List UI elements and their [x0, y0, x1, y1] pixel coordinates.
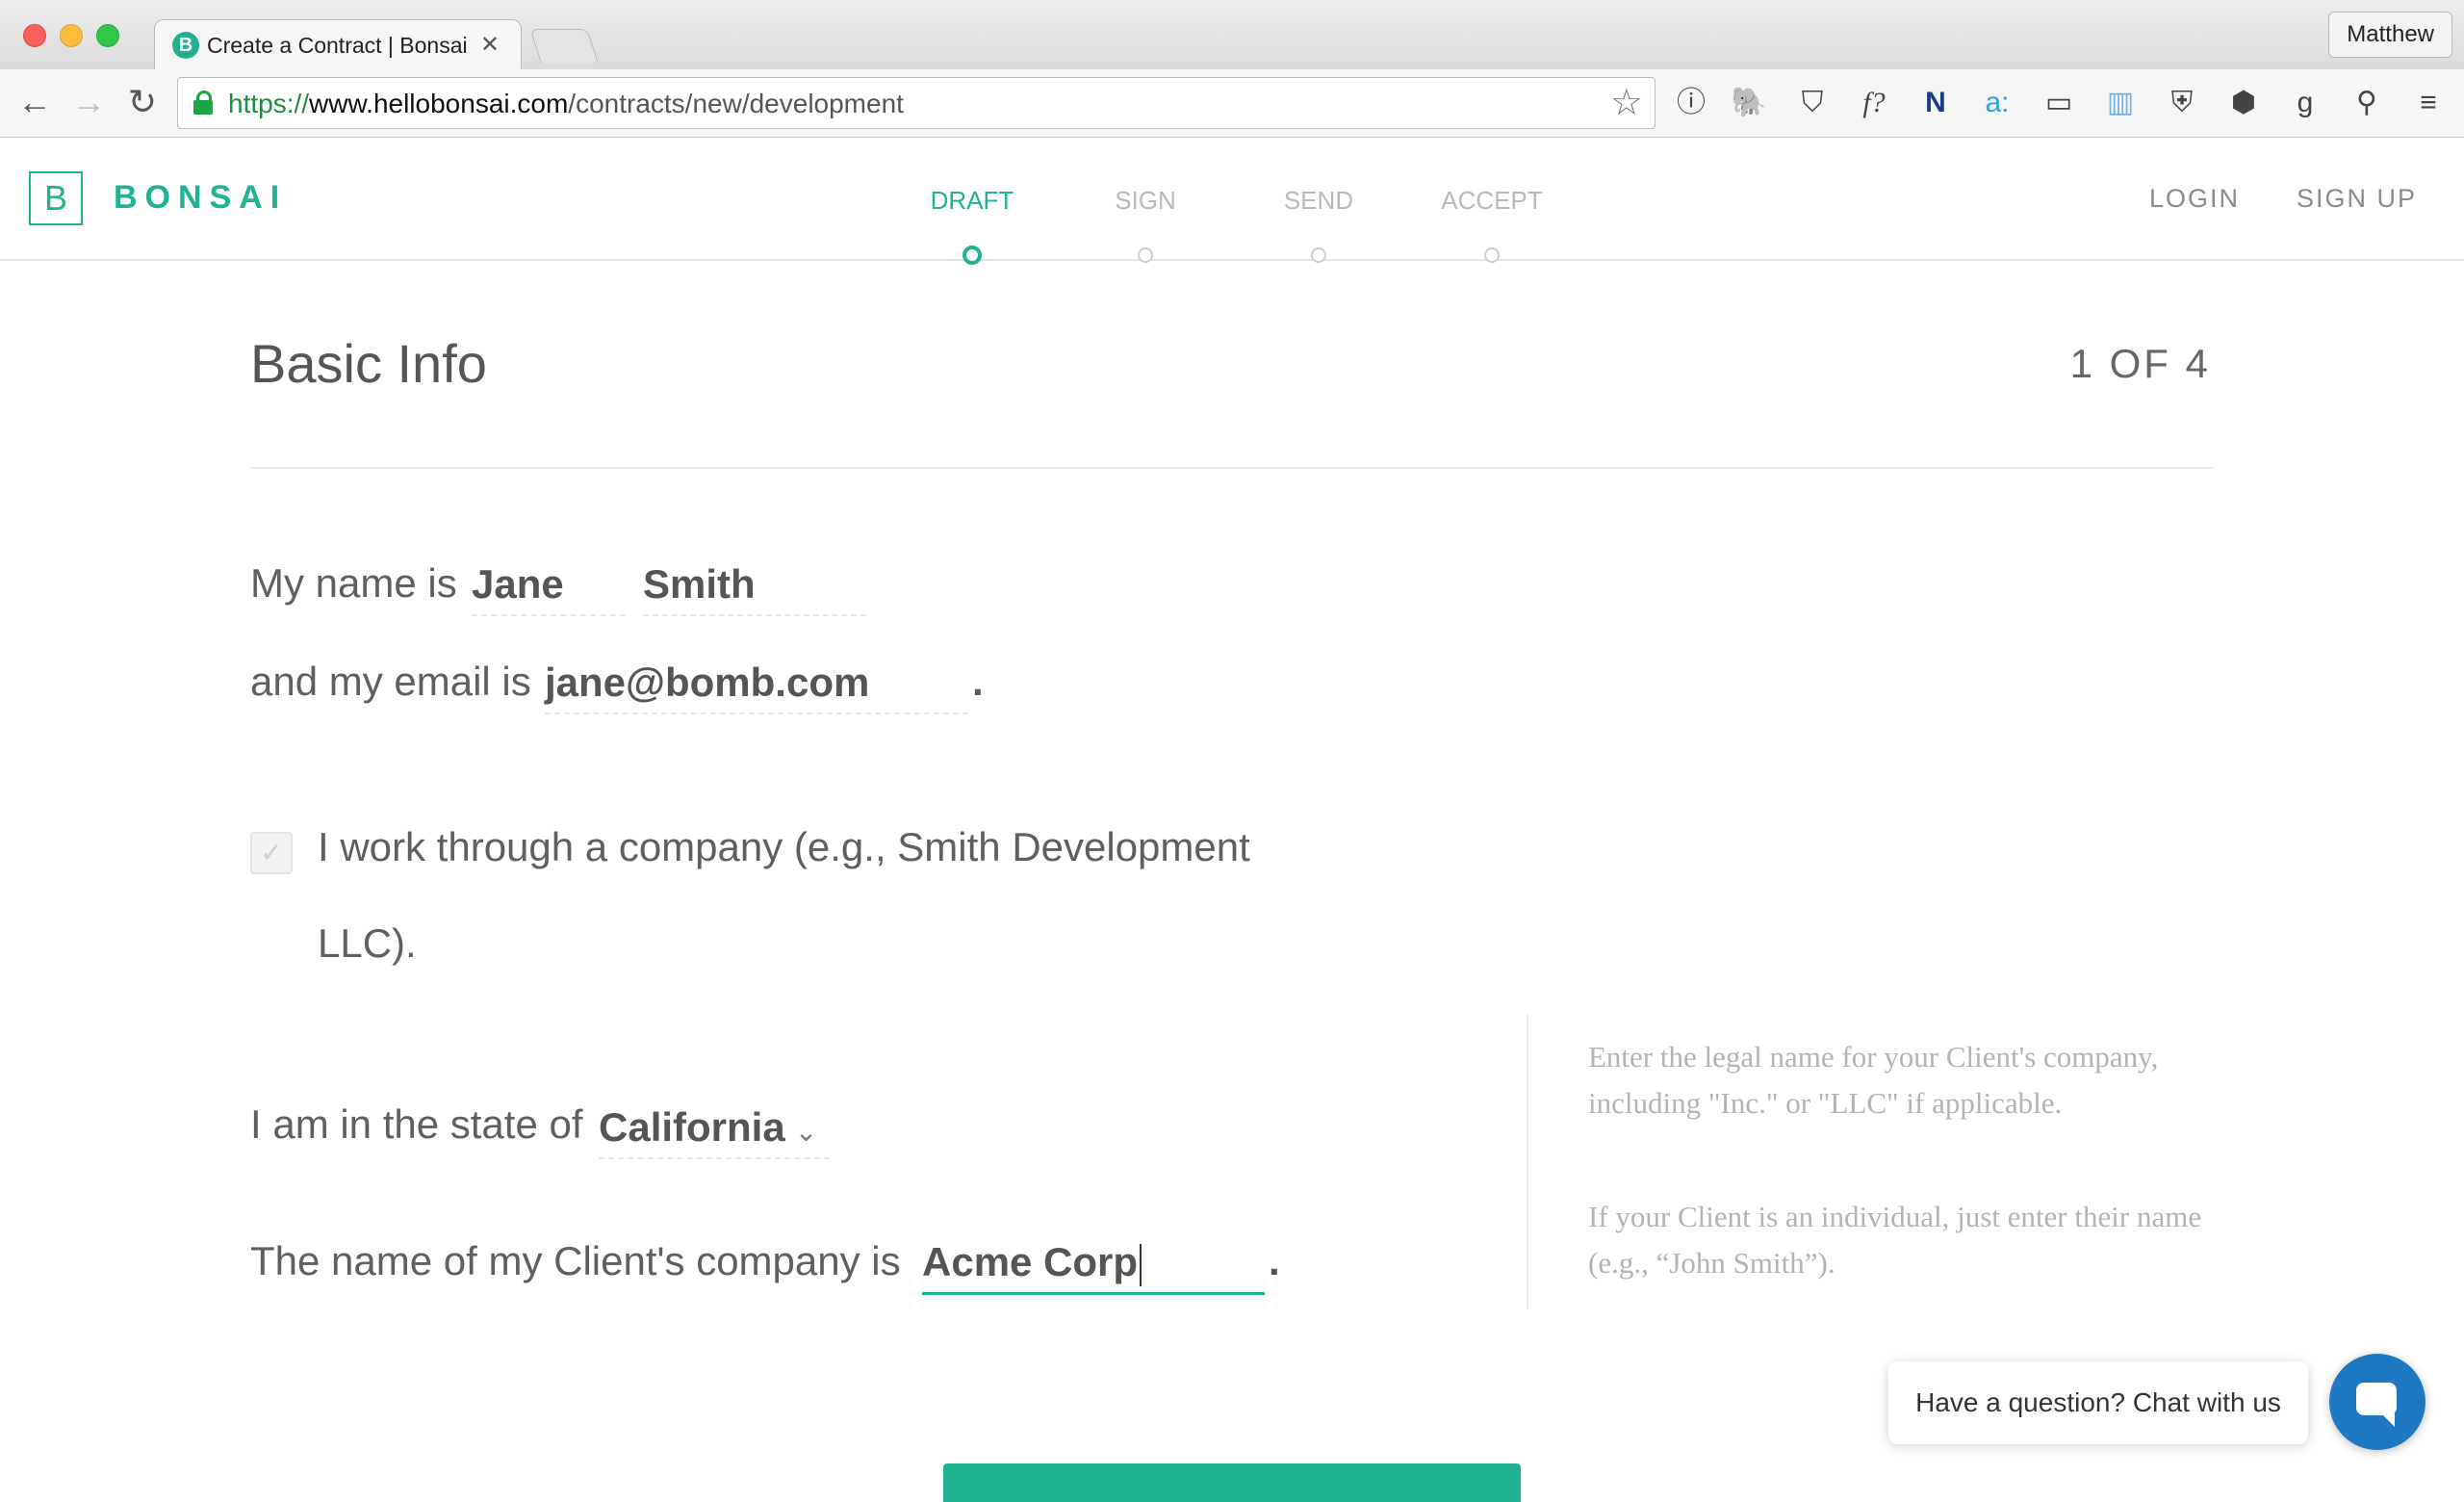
text-caret	[1140, 1243, 1142, 1286]
client-company-value: Acme Corp	[922, 1239, 1139, 1284]
client-individual-hint: If your Client is an individual, just en…	[1588, 1200, 2202, 1280]
bonsai-favicon-icon: B	[172, 32, 199, 59]
client-company-period: .	[1269, 1238, 1280, 1283]
browser-tab-active[interactable]: B Create a Contract | Bonsai ✕	[154, 19, 522, 70]
cast-icon[interactable]: ▭	[2039, 83, 2079, 123]
url-path: /contracts/new/development	[568, 89, 904, 118]
minimize-window-button[interactable]	[60, 24, 83, 47]
client-company-hint: Enter the legal name for your Client's c…	[1588, 1040, 2159, 1120]
step-draft[interactable]: DRAFT	[895, 186, 1049, 216]
zoom-window-button[interactable]	[96, 24, 119, 47]
chat-button[interactable]	[2329, 1354, 2426, 1450]
profile-button[interactable]: Matthew	[2328, 12, 2452, 58]
chat-bubble-icon	[2356, 1383, 2397, 1427]
client-company-label: The name of my Client's company is	[250, 1238, 901, 1283]
evernote-extension-icon[interactable]: 🐘	[1729, 83, 1769, 123]
company-checkbox[interactable]: ✓	[250, 832, 293, 874]
address-bar[interactable]: https://www.hellobonsai.com/contracts/ne…	[177, 77, 1656, 129]
magnifier-extension-icon[interactable]: ⚲	[2347, 83, 2387, 123]
last-name-field[interactable]: Smith	[643, 555, 866, 616]
step-send-dot	[1311, 247, 1326, 263]
first-name-field[interactable]: Jane	[472, 555, 626, 616]
menu-icon[interactable]: ≡	[2408, 83, 2449, 123]
bars-extension-icon[interactable]: ▥	[2100, 83, 2141, 123]
g-extension-icon[interactable]: g	[2285, 83, 2325, 123]
site-header: B BONSAI DRAFT SIGN SEND ACCEPT LOGIN SI…	[0, 138, 2464, 265]
lock-icon	[193, 91, 213, 115]
reload-icon[interactable]: ↻	[121, 81, 164, 123]
url-scheme: https://	[228, 89, 310, 118]
state-label: I am in the state of	[250, 1101, 583, 1147]
section-title: Basic Info	[250, 333, 487, 394]
chat-prompt-bubble[interactable]: Have a question? Chat with us	[1888, 1361, 2308, 1444]
bonsai-logo-icon[interactable]: B	[29, 171, 83, 225]
browser-titlebar: B Create a Contract | Bonsai ✕ Matthew	[0, 0, 2464, 70]
forward-arrow-icon[interactable]: →	[67, 81, 110, 123]
chevron-down-icon: ⌄	[794, 1117, 818, 1147]
pocket-extension-icon[interactable]: ⛉	[1792, 83, 1833, 123]
state-select[interactable]: California ⌄	[599, 1098, 830, 1159]
step-accept-dot	[1484, 247, 1500, 263]
email-period: .	[972, 659, 984, 704]
a-extension-icon[interactable]: a:	[1977, 83, 2017, 123]
hex-extension-icon[interactable]: ⬢	[2223, 83, 2264, 123]
company-checkbox-label[interactable]: I work through a company (e.g., Smith De…	[318, 799, 1338, 992]
browser-toolbar: ← → ↻ https://www.hellobonsai.com/contra…	[0, 69, 2464, 138]
email-label: and my email is	[250, 659, 531, 704]
state-value: California	[599, 1104, 785, 1150]
continue-button[interactable]	[943, 1463, 1521, 1502]
hint-divider	[1527, 1015, 1528, 1309]
info-extension-icon[interactable]: ⓘ	[1671, 83, 1711, 123]
tab-title: Create a Contract | Bonsai	[207, 33, 468, 58]
bonsai-logo-text[interactable]: BONSAI	[114, 179, 287, 217]
signup-link[interactable]: SIGN UP	[2297, 184, 2417, 214]
back-arrow-icon[interactable]: ←	[13, 81, 56, 123]
step-sign[interactable]: SIGN	[1068, 186, 1222, 216]
email-field[interactable]: jane@bomb.com	[545, 653, 968, 714]
step-counter: 1 OF 4	[2069, 341, 2211, 386]
close-window-button[interactable]	[23, 24, 46, 47]
font-extension-icon[interactable]: f?	[1854, 83, 1894, 123]
login-link[interactable]: LOGIN	[2149, 184, 2240, 214]
step-sign-dot	[1138, 247, 1153, 263]
new-tab-button[interactable]	[529, 29, 599, 63]
name-label: My name is	[250, 560, 457, 606]
bookmark-star-icon[interactable]: ☆	[1610, 82, 1643, 124]
ublock-shield-icon[interactable]: ⛨	[2162, 83, 2202, 123]
client-company-input[interactable]: Acme Corp	[922, 1232, 1265, 1295]
url-text[interactable]: https://www.hellobonsai.com/contracts/ne…	[228, 89, 904, 119]
step-send[interactable]: SEND	[1242, 186, 1396, 216]
step-accept[interactable]: ACCEPT	[1415, 186, 1569, 216]
section-divider	[250, 467, 2214, 469]
url-host: www.hellobonsai.com	[309, 89, 569, 118]
step-draft-dot	[962, 246, 982, 265]
n-extension-icon[interactable]: N	[1915, 83, 1956, 123]
tab-close-icon[interactable]: ✕	[480, 31, 500, 59]
